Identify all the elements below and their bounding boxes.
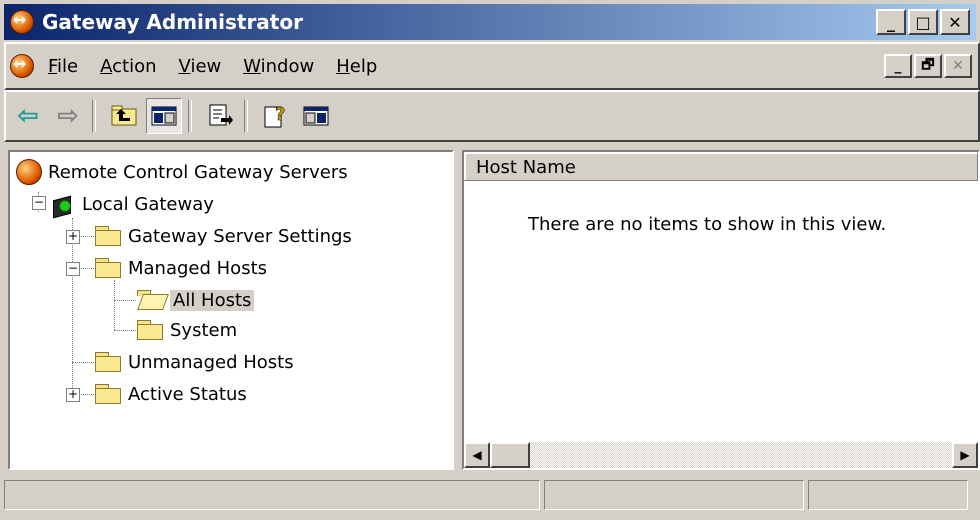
back-button[interactable]: ⇦ xyxy=(10,98,46,134)
maximize-button[interactable]: □ xyxy=(908,9,938,35)
forward-arrow-icon: ⇨ xyxy=(57,101,79,131)
toolbar: ⇦ ⇨ ? xyxy=(4,90,980,142)
folder-icon xyxy=(136,320,164,340)
tree-node-label: System xyxy=(170,319,238,341)
status-bar xyxy=(4,480,976,516)
gateway-icon xyxy=(50,192,76,216)
menu-window-accelerator: W xyxy=(243,55,261,77)
tree-connector xyxy=(114,330,136,331)
console-menu-icon[interactable] xyxy=(10,54,34,78)
tree-connector xyxy=(114,300,136,301)
tree-node-managed-hosts[interactable]: Managed Hosts xyxy=(94,254,267,282)
collapse-icon[interactable]: − xyxy=(66,262,80,276)
menu-help-label: elp xyxy=(349,55,378,77)
tree-node-unmanaged-hosts[interactable]: Unmanaged Hosts xyxy=(94,348,294,376)
menu-view[interactable]: View xyxy=(179,56,222,77)
expand-icon[interactable]: + xyxy=(66,388,80,402)
title-bar[interactable]: Gateway Administrator _ □ ✕ xyxy=(4,4,976,40)
menu-help[interactable]: Help xyxy=(336,56,377,77)
folder-icon xyxy=(94,258,122,278)
tree-node-root[interactable]: Remote Control Gateway Servers xyxy=(16,158,348,186)
svg-text:?: ? xyxy=(275,104,285,125)
menu-file[interactable]: File xyxy=(48,56,78,77)
tree-node-local-gateway[interactable]: Local Gateway xyxy=(50,190,214,218)
mdi-restore-button[interactable]: 🗗 xyxy=(914,54,942,78)
tree-node-label: Managed Hosts xyxy=(128,257,268,279)
tree-node-active-status[interactable]: Active Status xyxy=(94,380,247,408)
tree-node-label: Gateway Server Settings xyxy=(128,225,352,247)
tree-node-system[interactable]: System xyxy=(136,316,237,344)
tree-connector xyxy=(72,218,73,392)
tree-connector xyxy=(114,280,115,330)
triangle-right-icon: ▶ xyxy=(960,448,970,462)
show-hide-console-tree-button[interactable] xyxy=(146,98,182,134)
console-tree[interactable]: Remote Control Gateway Servers − Local G… xyxy=(8,150,454,470)
tree-node-label: Local Gateway xyxy=(82,193,214,215)
mdi-close-button[interactable]: ✕ xyxy=(944,54,972,78)
menu-bar: File Action View Window Help _ 🗗 ✕ xyxy=(4,42,980,90)
open-folder-icon xyxy=(136,290,164,310)
status-panel-main xyxy=(4,480,540,510)
gateway-servers-icon xyxy=(16,159,42,185)
show-hide-action-pane-icon xyxy=(303,106,329,126)
back-arrow-icon: ⇦ xyxy=(17,101,39,131)
export-list-icon xyxy=(209,104,233,126)
collapse-icon[interactable]: − xyxy=(32,196,46,210)
results-pane[interactable]: Host Name There are no items to show in … xyxy=(462,150,980,470)
menu-view-accelerator: V xyxy=(178,55,191,77)
menu-file-label: ile xyxy=(57,55,79,77)
triangle-left-icon: ◀ xyxy=(472,448,482,462)
app-icon[interactable] xyxy=(10,10,34,34)
toolbar-separator xyxy=(92,100,96,132)
mdi-minimize-button[interactable]: _ xyxy=(884,54,912,78)
minimize-button[interactable]: _ xyxy=(876,9,906,35)
menu-window-label: indow xyxy=(260,55,315,77)
tree-connector xyxy=(72,362,94,363)
folder-icon xyxy=(94,226,122,246)
tree-node-label: All Hosts xyxy=(170,289,255,311)
tree-node-gateway-server-settings[interactable]: Gateway Server Settings xyxy=(94,222,352,250)
show-hide-action-pane-button[interactable] xyxy=(298,98,334,134)
scroll-thumb[interactable] xyxy=(490,442,530,468)
menu-action[interactable]: Action xyxy=(100,56,156,77)
tree-node-label: Unmanaged Hosts xyxy=(128,351,294,373)
menu-action-accelerator: A xyxy=(100,55,113,77)
window-title: Gateway Administrator xyxy=(42,10,303,34)
tree-node-all-hosts[interactable]: All Hosts xyxy=(136,286,255,314)
menu-action-label: ction xyxy=(112,55,157,77)
tree-node-label: Active Status xyxy=(128,383,247,405)
list-header: Host Name xyxy=(464,152,978,181)
forward-button[interactable]: ⇨ xyxy=(50,98,86,134)
folder-icon xyxy=(94,352,122,372)
show-hide-console-tree-icon xyxy=(151,106,177,126)
up-one-level-icon xyxy=(111,105,137,126)
column-header-host-name[interactable]: Host Name xyxy=(464,152,978,180)
empty-view-message: There are no items to show in this view. xyxy=(528,214,887,235)
menu-window[interactable]: Window xyxy=(243,56,314,77)
scroll-left-button[interactable]: ◀ xyxy=(464,442,490,468)
horizontal-scrollbar[interactable]: ◀ ▶ xyxy=(464,442,978,468)
up-one-level-button[interactable] xyxy=(106,98,142,134)
status-panel-right xyxy=(808,480,968,510)
close-button[interactable]: ✕ xyxy=(940,9,970,35)
tree-node-label: Remote Control Gateway Servers xyxy=(48,161,348,183)
folder-icon xyxy=(94,384,122,404)
menu-help-accelerator: H xyxy=(336,55,350,77)
scroll-right-button[interactable]: ▶ xyxy=(952,442,978,468)
menu-view-label: iew xyxy=(190,55,222,77)
expand-icon[interactable]: + xyxy=(66,230,80,244)
status-panel-middle xyxy=(544,480,804,510)
help-button[interactable]: ? xyxy=(258,98,294,134)
toolbar-separator xyxy=(244,100,248,132)
toolbar-separator xyxy=(188,100,192,132)
help-icon: ? xyxy=(264,104,286,128)
menu-file-accelerator: F xyxy=(48,55,58,77)
export-list-button[interactable] xyxy=(202,98,238,134)
